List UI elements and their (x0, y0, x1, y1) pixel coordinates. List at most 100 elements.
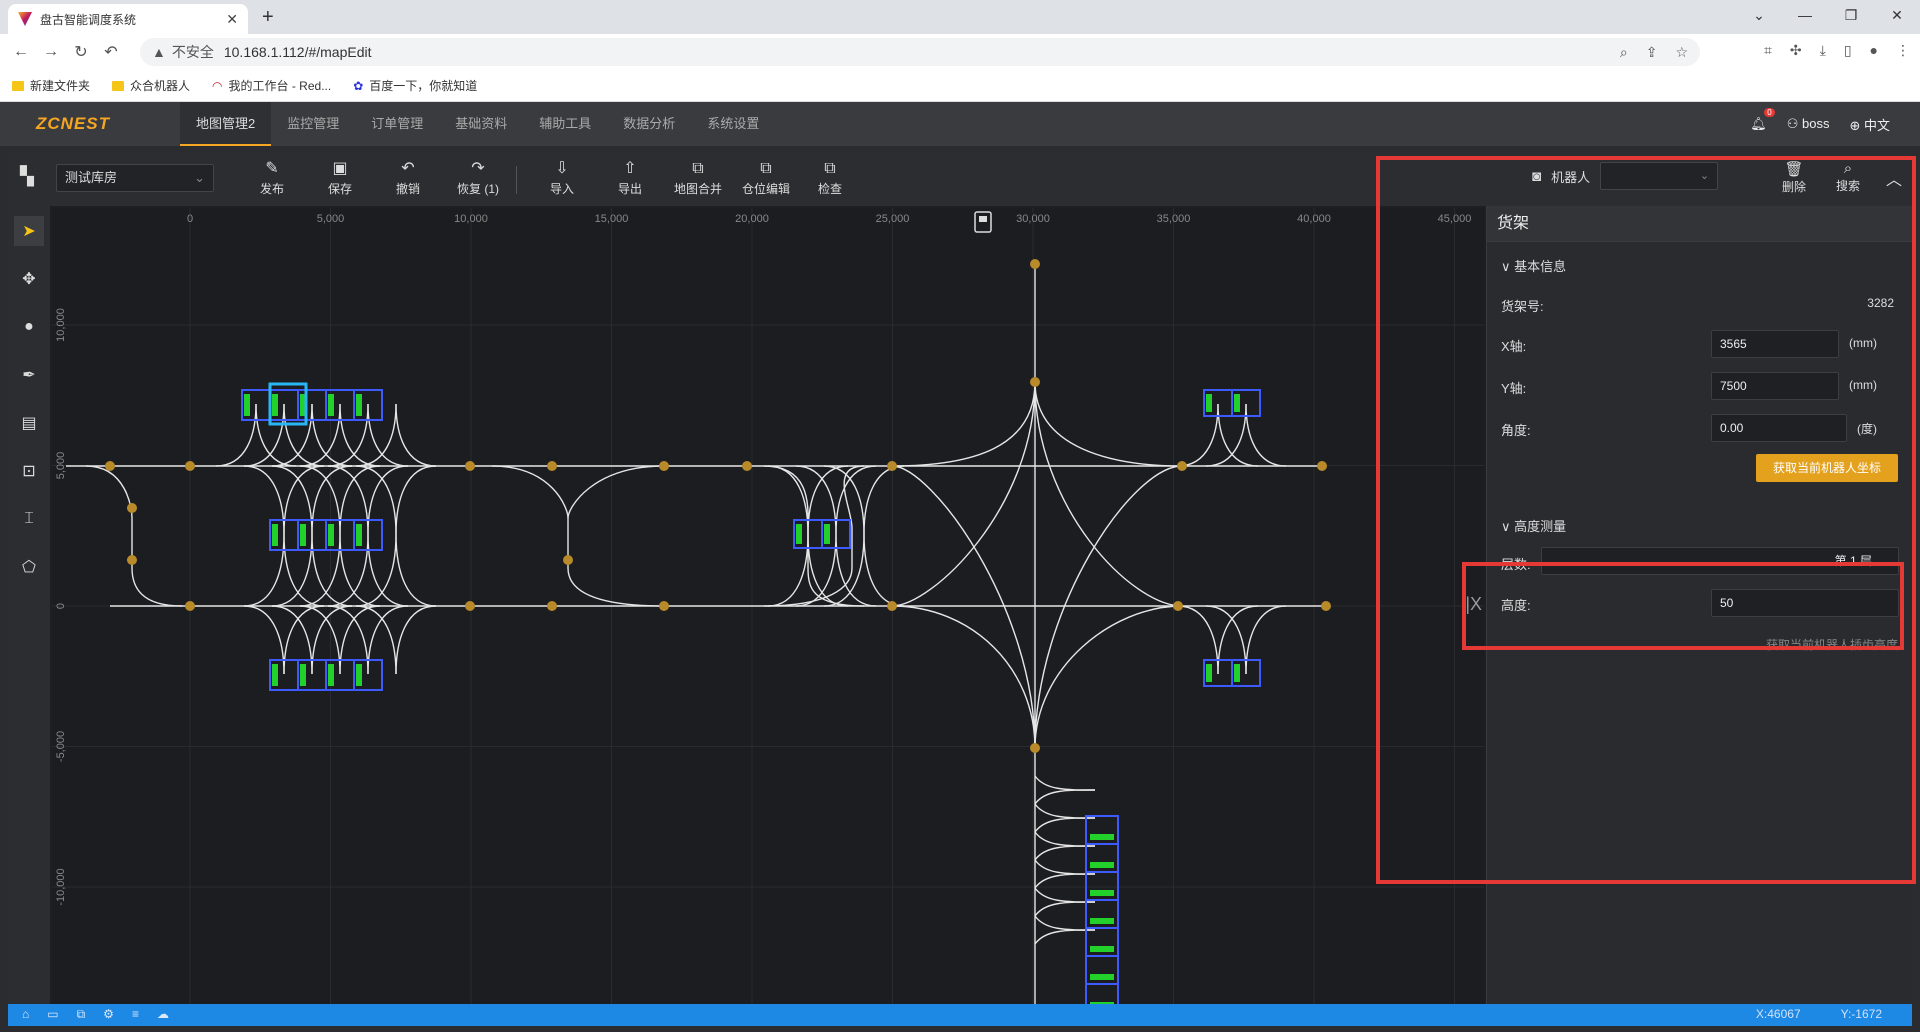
y-tick-label: -5,000 (55, 731, 67, 762)
route-path (1177, 403, 1219, 467)
route-path (1034, 381, 1183, 467)
x-tick-label: 40,000 (1297, 213, 1331, 225)
label-tool-icon[interactable]: ⌶ (14, 504, 44, 534)
import-button[interactable]: ⇩ 导入 (532, 158, 592, 197)
export-button[interactable]: ⇧ 导出 (600, 158, 660, 197)
tab-search-icon[interactable]: ⌄ (1736, 0, 1782, 30)
shelves (241, 382, 1261, 1004)
shelf (793, 519, 851, 549)
angle-label: 角度: (1501, 423, 1531, 438)
shelf-tool-icon[interactable]: ▤ (14, 408, 44, 438)
merge-map-button[interactable]: ⧉ 地图合并 (666, 158, 730, 197)
route-node (547, 601, 557, 611)
new-tab-button[interactable]: + (262, 6, 274, 29)
node-tool-icon[interactable]: ● (14, 312, 44, 342)
check-button[interactable]: ⧉ 检查 (800, 158, 860, 197)
menu-analytics[interactable]: 数据分析 (607, 102, 691, 146)
map-svg[interactable]: 0 5,000 10,000 15,000 20,000 25,000 30,000 35,0… (52, 208, 1484, 1004)
height-measure-section[interactable]: ∨ 高度测量 (1501, 516, 1566, 535)
route-node (185, 461, 195, 471)
shelf-no-value: 3282 (1867, 296, 1894, 310)
redo-button[interactable]: ↷ 恢复 (1) (442, 158, 514, 197)
close-tab-icon[interactable]: ✕ (226, 11, 238, 28)
restore-button[interactable]: ❐ (1828, 0, 1874, 30)
y-axis-input[interactable]: 7500 (1711, 372, 1839, 400)
undo-button[interactable]: ↶ 撤销 (378, 158, 438, 197)
settings-icon[interactable]: ⚙ (103, 1007, 114, 1022)
get-fork-height-link[interactable]: 获取当前机器人插齿高度 (1766, 636, 1898, 653)
list-icon[interactable]: ≡ (132, 1007, 139, 1022)
menu-basic-data[interactable]: 基础资料 (439, 102, 523, 146)
reload-icon[interactable]: ↻ (66, 42, 96, 62)
height-input[interactable]: 50 (1711, 589, 1899, 617)
extensions-icon[interactable]: ✣ (1790, 42, 1802, 59)
map-editor: ▚ 测试库房 ⌄ ✎ 发布 ▣ 保存 ↶ 撤销 ↷ 恢复 (1) ⇩ 导入 ⇧ 导出 ⧉ 地图… (8, 152, 1912, 1004)
layers-icon[interactable]: ⧉ (77, 1007, 86, 1022)
move-tool-icon[interactable]: ✥ (14, 264, 44, 294)
notification-bell-icon[interactable]: 🔔︎ 0 (1750, 108, 1775, 132)
bookmark-item[interactable]: ✿ 百度一下，你就知道 (353, 77, 477, 94)
cloud-icon[interactable]: ☁ (157, 1007, 169, 1022)
basic-info-section[interactable]: ∨ 基本信息 (1501, 256, 1566, 275)
layer-label: 层数: (1501, 557, 1531, 572)
get-robot-coords-button[interactable]: 获取当前机器人坐标 (1756, 454, 1898, 482)
route-node (127, 503, 137, 513)
layer-select[interactable]: 第 1 层 ⌄ (1541, 547, 1899, 575)
pen-tool-icon[interactable]: ✒ (14, 360, 44, 390)
area-tool-icon[interactable]: ⬠ (14, 552, 44, 582)
shelf-marker (1090, 946, 1114, 952)
language-switch[interactable]: ⊕ 中文 (1849, 115, 1890, 134)
x-axis-input[interactable]: 3565 (1711, 330, 1839, 358)
sidebar-icon[interactable]: ▯ (1844, 42, 1852, 59)
download-icon[interactable]: ⤓ (1820, 42, 1826, 59)
robot-label: 机器人 (1551, 169, 1591, 185)
forward-icon[interactable]: → (36, 43, 66, 61)
check-icon: ⧉ (824, 160, 836, 177)
publish-button[interactable]: ✎ 发布 (242, 158, 302, 197)
minimize-button[interactable]: — (1782, 0, 1828, 30)
file-icon[interactable]: ▭ (47, 1007, 58, 1022)
undo-history-icon[interactable]: ↶ (96, 42, 126, 62)
map-canvas[interactable]: 0 5,000 10,000 15,000 20,000 25,000 30,000 35,0… (52, 208, 1484, 1004)
route-path (367, 403, 409, 467)
profile-icon[interactable]: ● (1870, 42, 1878, 59)
route-path (355, 605, 397, 675)
bookmark-item[interactable]: 众合机器人 (112, 77, 190, 94)
collapse-icon[interactable]: ︿ (1874, 166, 1914, 190)
menu-aux-tools[interactable]: 辅助工具 (523, 102, 607, 146)
station-tool-icon[interactable]: ⊡ (14, 456, 44, 486)
save-button[interactable]: ▣ 保存 (310, 158, 370, 197)
panel-title: 货架 (1487, 206, 1912, 242)
menu-map-management[interactable]: 地图管理2 (180, 102, 272, 146)
user-menu[interactable]: ⚇ boss (1787, 116, 1830, 132)
warehouse-select[interactable]: 测试库房 ⌄ (56, 164, 214, 192)
browser-tab[interactable]: 盘古智能调度系统 ✕ (8, 4, 248, 34)
share-icon[interactable]: ⇪ (1646, 44, 1658, 61)
bookmark-item[interactable]: 新建文件夹 (12, 77, 90, 94)
crop-icon[interactable]: ⌗ (1764, 42, 1772, 59)
select-tool-icon[interactable]: ➤ (14, 216, 44, 246)
close-window-button[interactable]: ✕ (1874, 0, 1920, 30)
route-path (1034, 381, 1183, 607)
route-node (742, 461, 752, 471)
bookmark-item[interactable]: ◠ 我的工作台 - Red... (212, 77, 331, 94)
bookmark-star-icon[interactable]: ☆ (1675, 44, 1688, 61)
menu-orders[interactable]: 订单管理 (355, 102, 439, 146)
zoom-icon[interactable]: ⌕ (1620, 44, 1628, 61)
route-node (105, 461, 115, 471)
y-tick-label: 0 (55, 603, 67, 609)
angle-input[interactable]: 0.00 (1711, 414, 1847, 442)
y-unit: (mm) (1849, 378, 1877, 392)
route-path (767, 533, 809, 607)
delete-button[interactable]: 🗑︎ 删除 (1774, 160, 1814, 195)
logo: ZCNEST (36, 114, 110, 133)
robot-select[interactable]: ⌄ (1600, 162, 1719, 190)
home-icon[interactable]: ⌂ (22, 1007, 29, 1022)
location-edit-button[interactable]: ⧉ 仓位编辑 (734, 158, 798, 197)
search-button[interactable]: ⌕ 搜索 (1828, 160, 1868, 194)
menu-settings[interactable]: 系统设置 (691, 102, 775, 146)
back-icon[interactable]: ← (6, 43, 36, 61)
menu-monitoring[interactable]: 监控管理 (271, 102, 355, 146)
more-menu-icon[interactable]: ⋮ (1896, 42, 1910, 59)
url-field[interactable]: ▲ 不安全 10.168.1.112/#/mapEdit ⌕ ⇪ ☆ (140, 38, 1700, 66)
